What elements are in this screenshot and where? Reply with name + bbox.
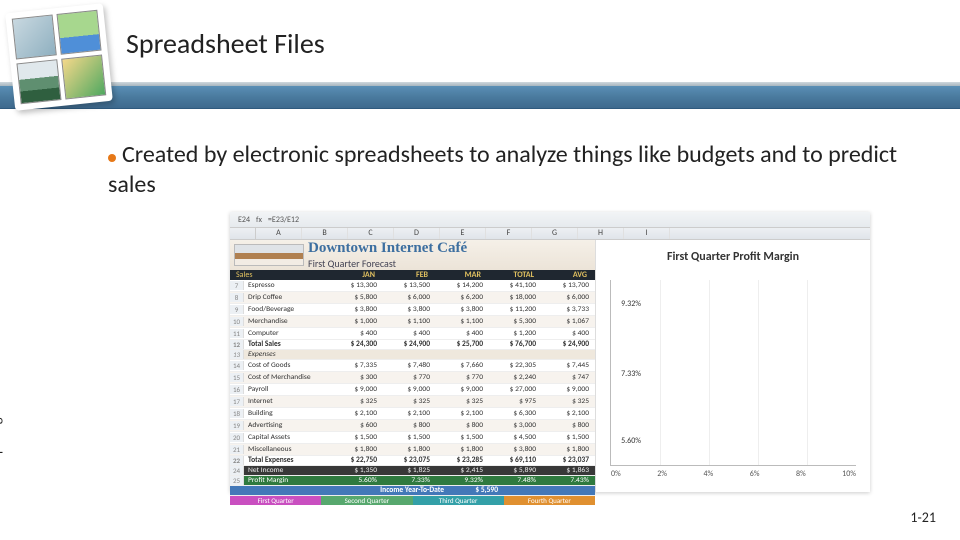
- table-row: 8Drip Coffee$ 5,800$ 6,000$ 6,200$ 18,00…: [230, 292, 595, 304]
- table-row: 10Merchandise$ 1,000$ 1,100$ 1,100$ 5,30…: [230, 316, 595, 328]
- table-row: 21Miscellaneous$ 1,800$ 1,800$ 1,800$ 3,…: [230, 444, 595, 456]
- col-header: B: [302, 228, 348, 239]
- table-row: 16Payroll$ 9,000$ 9,000$ 9,000$ 27,000$ …: [230, 384, 595, 396]
- sheet-tab: Third Quarter: [413, 496, 504, 505]
- table-row: 17Internet$ 325$ 325$ 325$ 975$ 325: [230, 396, 595, 408]
- spreadsheet-figure: E24 fx =E23/E12 A B C D E F G H I Downto…: [230, 212, 870, 492]
- table-row: 14Cost of Goods$ 7,335$ 7,480$ 7,660$ 22…: [230, 360, 595, 372]
- header-band: [0, 85, 960, 109]
- table-row: 20Capital Assets$ 1,500$ 1,500$ 1,500$ 4…: [230, 432, 595, 444]
- table-row: 18Building$ 2,100$ 2,100$ 2,100$ 6,300$ …: [230, 408, 595, 420]
- cafe-title: Downtown Internet Café: [308, 240, 467, 257]
- sheet-tab: First Quarter: [230, 496, 321, 505]
- chart: First Quarter Profit Margin 0%2%4%6%8%10…: [596, 240, 870, 492]
- table-row: 11Computer$ 400$ 400$ 400$ 1,200$ 400: [230, 328, 595, 340]
- logo-tile: [56, 10, 101, 55]
- col-header: C: [348, 228, 394, 239]
- chart-plot-area: 0%2%4%6%8%10% 9.32%7.33%5.60%: [610, 280, 856, 466]
- bullet-text: Created by electronic spreadsheets to an…: [108, 140, 897, 199]
- book-logo: [5, 3, 113, 111]
- sheet-tab: Second Quarter: [321, 496, 412, 505]
- sheet-tabs: First Quarter Second Quarter Third Quart…: [230, 496, 595, 505]
- total-sales-row: 12 Total Sales $ 24,300$ 24,900$ 25,700$…: [230, 340, 595, 350]
- table-row: 19Advertising$ 600$ 800$ 800$ 3,000$ 800: [230, 420, 595, 432]
- months-header: Sales JAN FEB MAR TOTAL AVG: [230, 270, 595, 280]
- logo-tile: [16, 59, 61, 104]
- bullet-icon: [108, 154, 116, 162]
- table-row: 9Food/Beverage$ 3,800$ 3,800$ 3,800$ 11,…: [230, 304, 595, 316]
- formula-bar: E24 fx =E23/E12: [230, 212, 870, 228]
- col-header: I: [624, 228, 670, 239]
- chart-x-axis: 0%2%4%6%8%10%: [611, 469, 856, 479]
- table-row: 15Cost of Merchandise$ 300$ 770$ 770$ 2,…: [230, 372, 595, 384]
- sheet-tab: Fourth Quarter: [504, 496, 595, 505]
- col-header: G: [532, 228, 578, 239]
- col-header: F: [486, 228, 532, 239]
- logo-tile: [12, 14, 57, 59]
- profit-margin-row: 25 Profit Margin 5.60%7.33%9.32%7.48%7.4…: [230, 476, 595, 486]
- formula-value: =E23/E12: [268, 215, 299, 225]
- cafe-image: [234, 244, 304, 266]
- col-header: H: [578, 228, 624, 239]
- page-number: 1-21: [910, 509, 936, 526]
- sidebar-book-label: Computing Essentials 2015: [0, 328, 4, 480]
- cafe-subtitle: First Quarter Forecast: [308, 257, 467, 270]
- col-header: D: [394, 228, 440, 239]
- column-headers: A B C D E F G H I: [230, 228, 870, 240]
- cell-ref: E24: [238, 215, 250, 225]
- net-income-row: 24 Net Income $ 1,350$ 1,825$ 2,415$ 5,8…: [230, 466, 595, 476]
- bullet-list: Created by electronic spreadsheets to an…: [108, 140, 920, 200]
- logo-tile: [61, 54, 106, 99]
- chart-title: First Quarter Profit Margin: [604, 250, 862, 264]
- col-header: A: [256, 228, 302, 239]
- slide-title: Spreadsheet Files: [126, 26, 325, 61]
- table-row: 7Espresso$ 13,300$ 13,500$ 14,200$ 41,10…: [230, 280, 595, 292]
- worksheet: Downtown Internet Café First Quarter For…: [230, 240, 596, 492]
- ytd-row: Income Year-To-Date $ 5,590: [230, 486, 595, 496]
- total-expenses-row: 22 Total Expenses $ 22,750$ 23,075$ 23,2…: [230, 456, 595, 466]
- expenses-header: 13 Expenses: [230, 350, 595, 360]
- col-header: E: [440, 228, 486, 239]
